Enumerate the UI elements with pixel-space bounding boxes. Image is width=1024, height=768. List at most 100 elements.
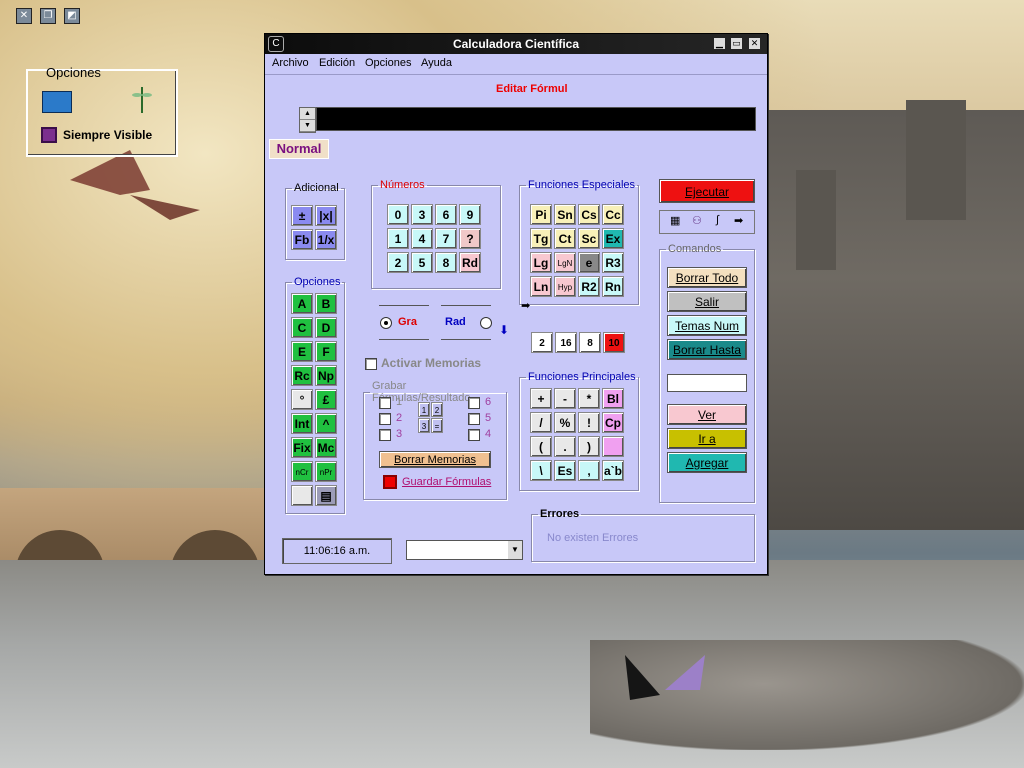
- num-button[interactable]: 5: [411, 252, 433, 273]
- minimize-icon[interactable]: ▁: [714, 38, 725, 49]
- num-button[interactable]: 2: [387, 252, 409, 273]
- borrar-hasta-button[interactable]: Borrar Hasta: [667, 339, 747, 360]
- operator-button[interactable]: %: [554, 412, 576, 433]
- title-bar[interactable]: C Calculadora Científica ▁ ▭ ✕: [265, 34, 767, 54]
- operator-button[interactable]: Es: [554, 460, 576, 481]
- base-2-button[interactable]: 2: [531, 332, 553, 353]
- option-button[interactable]: °: [291, 389, 313, 410]
- operator-button[interactable]: +: [530, 388, 552, 409]
- option-button[interactable]: Mc: [315, 437, 337, 458]
- func-button[interactable]: R3: [602, 252, 624, 273]
- option-button[interactable]: A: [291, 293, 313, 314]
- num-button[interactable]: 8: [435, 252, 457, 273]
- func-button[interactable]: Cs: [578, 204, 600, 225]
- temas-num-button[interactable]: Temas Num: [667, 315, 747, 336]
- keyboard-icon[interactable]: ▤: [315, 485, 337, 506]
- func-button[interactable]: Ex: [602, 228, 624, 249]
- func-button[interactable]: Hyp: [554, 276, 576, 297]
- option-button[interactable]: £: [315, 389, 337, 410]
- menu-archivo[interactable]: Archivo: [272, 57, 309, 69]
- operator-button[interactable]: [602, 436, 624, 457]
- operator-button[interactable]: a`b: [602, 460, 624, 481]
- menu-opciones[interactable]: Opciones: [365, 57, 411, 69]
- dragonfly-icon[interactable]: [132, 85, 152, 115]
- func-button[interactable]: Ln: [530, 276, 552, 297]
- option-button[interactable]: Np: [315, 365, 337, 386]
- num-button[interactable]: 4: [411, 228, 433, 249]
- grid-icon[interactable]: ▦: [670, 214, 680, 227]
- menu-ayuda[interactable]: Ayuda: [421, 57, 452, 69]
- func-button[interactable]: Rn: [602, 276, 624, 297]
- option-button[interactable]: ^: [315, 413, 337, 434]
- option-button[interactable]: C: [291, 317, 313, 338]
- btn-abs[interactable]: |x|: [315, 205, 337, 226]
- operator-button[interactable]: !: [578, 412, 600, 433]
- func-button[interactable]: Tg: [530, 228, 552, 249]
- mem-3-checkbox[interactable]: [379, 429, 391, 441]
- operator-button[interactable]: /: [530, 412, 552, 433]
- grid-1[interactable]: 1: [418, 402, 430, 417]
- execute-button[interactable]: Ejecutar: [659, 179, 755, 203]
- close-icon[interactable]: ✕: [16, 8, 32, 24]
- salir-button[interactable]: Salir: [667, 291, 747, 312]
- maximize-icon[interactable]: ▭: [731, 38, 742, 49]
- func-button[interactable]: Pi: [530, 204, 552, 225]
- btn-plusminus[interactable]: ±: [291, 205, 313, 226]
- ver-button[interactable]: Ver: [667, 404, 747, 425]
- num-button[interactable]: 3: [411, 204, 433, 225]
- activar-memorias-checkbox[interactable]: [365, 358, 377, 370]
- option-button[interactable]: E: [291, 341, 313, 362]
- operator-button[interactable]: *: [578, 388, 600, 409]
- func-button[interactable]: Cc: [602, 204, 624, 225]
- agregar-button[interactable]: Agregar: [667, 452, 747, 473]
- bottom-combo[interactable]: ▼: [406, 540, 523, 560]
- spin-down-icon[interactable]: ▼: [300, 120, 315, 132]
- mem-6-checkbox[interactable]: [468, 397, 480, 409]
- num-button[interactable]: Rd: [459, 252, 481, 273]
- func-button[interactable]: Lg: [530, 252, 552, 273]
- num-button[interactable]: 1: [387, 228, 409, 249]
- grid-3[interactable]: 3: [418, 418, 430, 433]
- func-button[interactable]: R2: [578, 276, 600, 297]
- mode-tab[interactable]: Normal: [269, 139, 329, 159]
- restore-icon[interactable]: ❐: [40, 8, 56, 24]
- operator-button[interactable]: Cp: [602, 412, 624, 433]
- spin-up-icon[interactable]: ▲: [300, 108, 315, 120]
- option-button[interactable]: D: [315, 317, 337, 338]
- edit-icon[interactable]: ◩: [64, 8, 80, 24]
- arrow-down-icon[interactable]: ⬇: [499, 323, 509, 337]
- borrar-memorias-button[interactable]: Borrar Memorias: [379, 451, 491, 468]
- base-8-button[interactable]: 8: [579, 332, 601, 353]
- operator-button[interactable]: Bl: [602, 388, 624, 409]
- mem-2-checkbox[interactable]: [379, 413, 391, 425]
- comandos-input[interactable]: [667, 374, 747, 392]
- option-button[interactable]: nPr: [315, 461, 337, 482]
- func-button[interactable]: Sn: [554, 204, 576, 225]
- base-10-button[interactable]: 10: [603, 332, 625, 353]
- operator-button[interactable]: (: [530, 436, 552, 457]
- close-icon[interactable]: ✕: [749, 38, 760, 49]
- radio-rad[interactable]: [480, 317, 492, 329]
- binoculars-icon[interactable]: ⚇: [692, 214, 702, 227]
- chevron-down-icon[interactable]: ▼: [508, 541, 522, 559]
- mem-4-checkbox[interactable]: [468, 429, 480, 441]
- calculator-icon[interactable]: [42, 91, 72, 113]
- memory-grid-icon[interactable]: 1 2 3 =: [418, 402, 444, 434]
- num-button[interactable]: 6: [435, 204, 457, 225]
- mem-5-checkbox[interactable]: [468, 413, 480, 425]
- arrow-right-icon[interactable]: ➡: [521, 299, 530, 312]
- operator-button[interactable]: .: [554, 436, 576, 457]
- formula-spinner[interactable]: ▲ ▼: [299, 107, 316, 133]
- btn-fb[interactable]: Fb: [291, 229, 313, 250]
- func-button[interactable]: e: [578, 252, 600, 273]
- num-button[interactable]: 9: [459, 204, 481, 225]
- grid-eq[interactable]: =: [431, 418, 443, 433]
- base-16-button[interactable]: 16: [555, 332, 577, 353]
- option-button[interactable]: B: [315, 293, 337, 314]
- operator-button[interactable]: ): [578, 436, 600, 457]
- func-button[interactable]: Ct: [554, 228, 576, 249]
- always-visible-checkbox[interactable]: [41, 127, 57, 143]
- option-button[interactable]: nCr: [291, 461, 313, 482]
- guardar-formulas-checkbox[interactable]: [383, 475, 397, 489]
- ir-a-button[interactable]: Ir a: [667, 428, 747, 449]
